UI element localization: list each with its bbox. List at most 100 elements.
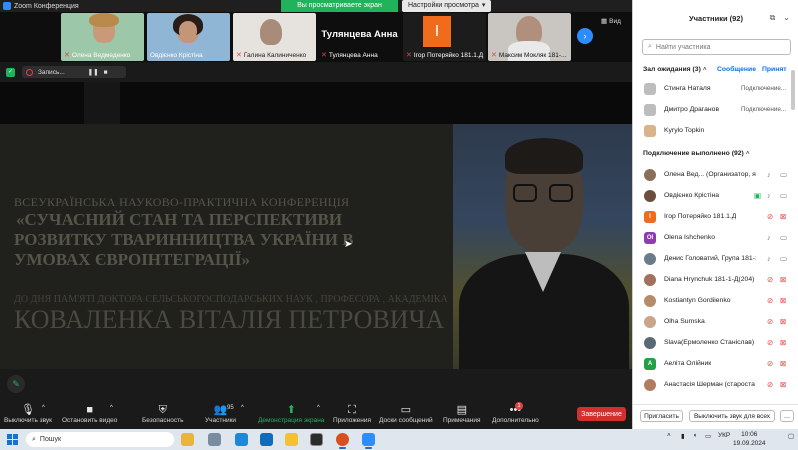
zoom-taskbar-icon[interactable] [362,433,375,449]
view-button[interactable]: ▦ Вид [601,17,621,26]
mic-muted-icon[interactable]: ⊘ [767,296,773,305]
edge-icon[interactable] [235,433,248,446]
waiting-row[interactable]: Стинга Наталя Подключение... [633,78,798,99]
participant-row[interactable]: Olha Sumska ⊘ ⊠ [633,311,798,332]
video-tile-4[interactable]: Тулянцева Анна ✕ Тулянцева Анна [318,13,401,61]
participant-row[interactable]: I Ігор Потеряйко 181.1.Д ⊘ ⊠ [633,206,798,227]
widgets-icon[interactable] [181,433,194,446]
video-off-icon[interactable]: ⊠ [780,317,786,326]
volume-icon[interactable]: ◖ [693,432,697,439]
video-camera-icon[interactable]: ▭ [780,170,787,179]
mic-muted-icon[interactable]: ⊘ [767,212,773,221]
mic-muted-icon[interactable]: ⊘ [767,338,773,347]
powerpoint-icon[interactable] [336,433,349,449]
microphone-icon[interactable]: ♪ [767,170,771,179]
video-off-icon[interactable]: ⊠ [780,359,786,368]
participant-row[interactable]: Денис Головатий, Група 181-1-3 ♪ ▭ [633,248,798,269]
whiteboards-button[interactable]: ▭ Доски сообщений [379,403,433,424]
waiting-message-link[interactable]: Сообщение [717,66,756,73]
file-explorer-icon[interactable] [285,433,298,446]
participant-row[interactable]: Slava(Ермоленко Станіслав) 18... ⊘ ⊠ [633,332,798,353]
battery-icon[interactable]: ▭ [705,432,711,440]
mic-muted-icon[interactable]: ⊘ [767,317,773,326]
gallery-next-button[interactable]: › [577,28,593,44]
encryption-shield-icon[interactable]: ✓ [6,68,15,77]
language-indicator[interactable]: УКР [718,432,730,439]
tray-chevron-icon[interactable]: ˄ [667,432,671,439]
mic-muted-icon[interactable]: ⊘ [767,359,773,368]
video-tile-3[interactable]: ✕ Галина Калиниченко [233,13,316,61]
share-options-caret[interactable]: ^ [317,401,320,415]
annotate-pen-icon[interactable]: ✎ [7,375,25,393]
shared-screen: ВСЕУКРАЇНСЬКА НАУКОВО-ПРАКТИЧНА КОНФЕРЕН… [0,124,632,369]
participant-row[interactable]: Diana Hrynchuk 181-1-Д(204) ⊘ ⊠ [633,269,798,290]
participant-row[interactable]: Олена Вед... (Организатор, я) ♪ ▭ [633,164,798,185]
taskbar-clock[interactable]: 10:06 19.09.2024 [733,430,766,448]
pause-recording-button[interactable]: ❚❚ [88,68,99,76]
mic-muted-icon[interactable]: ⊘ [767,380,773,389]
view-settings-button[interactable]: Настройки просмотра ▾ [402,0,492,12]
participant-row[interactable]: Анастасія Шерман (староста 18... ⊘ ⊠ [633,374,798,395]
microphone-icon[interactable]: ♪ [767,191,771,200]
stop-recording-button[interactable]: ■ [104,69,108,76]
taskbar-search[interactable]: ⌕ Пошук [26,432,174,447]
video-off-icon[interactable]: ⊠ [780,275,786,284]
waiting-admit-link[interactable]: Принят [762,66,787,73]
participant-row[interactable]: Kostiantyn Gordiienko ⊘ ⊠ [633,290,798,311]
share-screen-button[interactable]: ⬆ Демонстрация экрана [258,403,324,424]
more-options-button[interactable]: … [780,410,794,422]
invite-button[interactable]: Пригласить [640,410,683,422]
participant-row[interactable]: Овдієнко Крістіна ▣ ♪ ▭ [633,185,798,206]
participant-name: Дмитро Драганов [664,106,720,113]
view-label: Вид [609,17,621,25]
popout-icon[interactable]: ⧉ [770,13,776,23]
mute-label: Выключить звук [4,417,53,424]
waiting-row[interactable]: Дмитро Драганов Подключение... [633,99,798,120]
video-off-icon[interactable]: ⊠ [780,296,786,305]
end-meeting-button[interactable]: Завершение [577,407,626,421]
store-icon[interactable] [310,433,323,446]
apps-button[interactable]: ⛶ Приложения [333,403,371,424]
waiting-room-header[interactable]: Зал ожидания (3) ˄ [643,66,707,73]
chevron-up-icon: ^ [42,405,45,411]
notifications-icon[interactable]: ▢ [788,432,794,440]
participant-row[interactable]: OI Olena Ishchenko ♪ ▭ [633,227,798,248]
participant-search[interactable]: ⌕ [642,39,791,55]
audio-options-caret[interactable]: ^ [42,401,45,415]
video-camera-icon[interactable]: ▭ [780,233,787,242]
connected-title: Подключение выполнено (92) [643,150,744,157]
avatar [644,378,656,391]
participant-search-input[interactable] [655,43,776,51]
video-tile-1[interactable]: ✕ Олена Ведмеденко [61,13,144,61]
video-camera-icon[interactable]: ▭ [780,191,787,200]
mail-icon[interactable] [260,433,273,446]
waiting-row[interactable]: Kyrylo Topkin [633,120,798,141]
participant-row[interactable]: A Аеліта Олійник ⊘ ⊠ [633,353,798,374]
video-tile-6[interactable]: ✕ Максим Мокляк 181-... [488,13,571,61]
participants-caret[interactable]: ^ [241,401,244,415]
minimize-icon[interactable]: ⌄ [783,13,790,23]
video-off-icon[interactable]: ⊠ [780,338,786,347]
microphone-icon: 🎙 [21,404,35,416]
participants-panel: Участники (92) ⧉ ⌄ ⌕ Зал ожидания (3) ˄ … [632,0,798,429]
avatar [644,82,656,95]
task-view-icon[interactable] [208,433,221,446]
portrait-glasses-left [513,184,537,202]
video-tile-2[interactable]: Овдієнко Крістіна [147,13,230,61]
windows-start-icon[interactable] [7,434,18,445]
security-button[interactable]: ⛨ Безопасность [142,403,183,424]
windows-taskbar: ⌕ Пошук ˄ ▮ ◖ ▭ УКР 10:06 19.09.2024 ▢ [0,429,798,450]
microphone-icon[interactable]: ♪ [767,233,771,242]
video-tile-5[interactable]: I ✕ Ігор Потеряйко 181.1.Д [403,13,486,61]
mic-muted-icon[interactable]: ⊘ [767,275,773,284]
video-camera-icon[interactable]: ▭ [780,254,787,263]
notes-button[interactable]: ▤ Примечания [443,403,481,424]
video-off-icon[interactable]: ⊠ [780,380,786,389]
microphone-icon[interactable]: ♪ [767,254,771,263]
connected-header[interactable]: Подключение выполнено (92) ˄ [643,150,750,157]
video-off-icon[interactable]: ⊠ [780,212,786,221]
video-options-caret[interactable]: ^ [110,401,113,415]
network-icon[interactable]: ▮ [681,432,685,440]
mute-all-button[interactable]: Выключить звук для всех [689,410,775,422]
grid-view-icon: ▦ [601,18,608,25]
